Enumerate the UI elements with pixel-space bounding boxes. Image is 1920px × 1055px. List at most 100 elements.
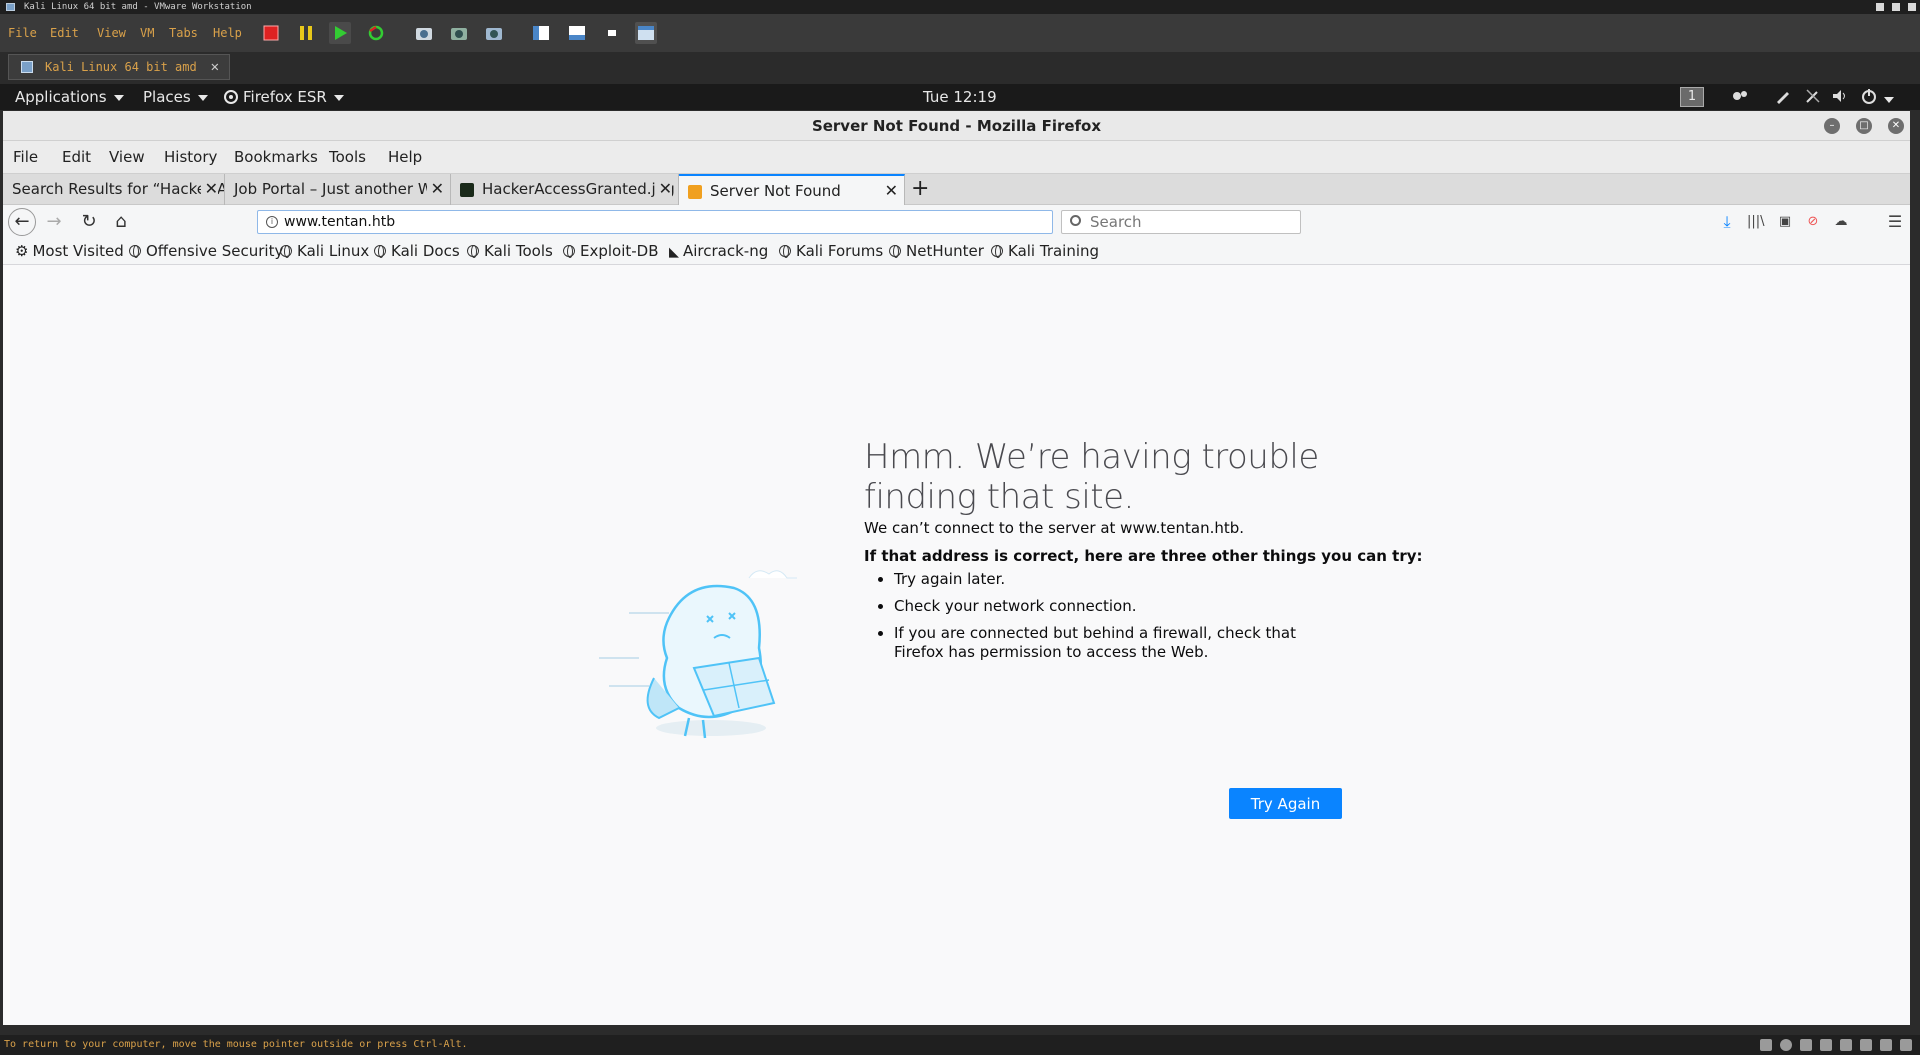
close-tab-icon[interactable]: ✕ [426,174,444,204]
tab-label: HackerAccessGranted.jpg [482,180,675,198]
bookmark-label: Kali Forums [796,242,884,260]
extension-icon[interactable]: ☁ [1833,214,1849,230]
screen-share-icon[interactable] [1731,88,1749,108]
close-icon[interactable]: ✕ [211,55,219,79]
back-button[interactable]: ← [8,208,36,236]
close-tab-icon[interactable]: ✕ [654,174,672,204]
library-view-icon[interactable] [530,22,552,44]
minimize-icon[interactable] [1876,3,1884,11]
places-menu[interactable]: Places [143,88,208,106]
close-icon[interactable] [1908,3,1916,11]
sound-icon[interactable] [1860,1039,1872,1051]
library-icon[interactable]: |||\ [1747,214,1765,230]
reset-button[interactable] [365,22,387,44]
maximize-button[interactable]: □ [1856,118,1872,134]
snapshot-manager-icon[interactable] [483,22,505,44]
close-tab-icon[interactable]: ✕ [200,174,218,204]
maximize-icon[interactable] [1892,3,1900,11]
close-tab-icon[interactable]: ✕ [880,176,898,205]
search-input[interactable]: Search [1061,210,1301,234]
console-view-icon[interactable] [601,22,623,44]
tab-job-portal[interactable]: Job Portal – Just another Wo ✕ [225,174,451,205]
vmware-menu-view[interactable]: View [97,26,126,40]
vmware-tab-kali[interactable]: Kali Linux 64 bit amd ✕ [8,54,230,80]
power-menu[interactable] [1861,88,1894,108]
reload-button[interactable]: ↻ [77,210,101,234]
vmware-menu-help[interactable]: Help [213,26,242,40]
menu-bookmarks[interactable]: Bookmarks [234,148,318,166]
display-icon[interactable] [1900,1039,1912,1051]
places-label: Places [143,88,191,106]
menu-tools[interactable]: Tools [329,148,366,166]
tab-server-not-found[interactable]: Server Not Found ✕ [679,174,905,205]
menu-edit[interactable]: Edit [62,148,91,166]
suggestion-list: Try again later. Check your network conn… [864,570,1344,670]
downloads-icon[interactable]: ⤓ [1719,214,1735,230]
printer-icon[interactable] [1880,1039,1892,1051]
list-item: If you are connected but behind a firewa… [894,624,1344,662]
noscript-icon[interactable]: ⊘ [1805,214,1821,230]
lost-monster-illustration [599,570,797,739]
chevron-down-icon [113,94,124,101]
gear-icon: ⚙ [15,242,29,260]
clock[interactable]: Tue 12:19 [923,88,997,106]
vmware-menu-file[interactable]: File [8,26,37,40]
chevron-down-icon [197,94,208,101]
bookmark-aircrack-ng[interactable]: ◣ Aircrack-ng [669,242,768,260]
menu-view[interactable]: View [109,148,145,166]
bookmark-label: Kali Linux [297,242,370,260]
bookmark-kali-tools[interactable]: Kali Tools [467,242,553,260]
fullscreen-icon[interactable] [635,22,657,44]
hamburger-menu-icon[interactable]: ☰ [1887,214,1903,230]
revert-snapshot-icon[interactable] [448,22,470,44]
suspend-button[interactable] [295,22,317,44]
menu-history[interactable]: History [164,148,217,166]
antenna-icon: ◣ [669,245,679,260]
tab-search-results[interactable]: Search Results for “Hacker A ✕ [3,174,225,205]
menu-file[interactable]: File [13,148,38,166]
firefox-app-menu[interactable]: Firefox ESR [224,88,344,106]
hdd-icon[interactable] [1760,1039,1772,1051]
workspace-indicator[interactable]: 1 [1680,87,1704,107]
vmware-menu-tabs[interactable]: Tabs [169,26,198,40]
power-on-button[interactable] [329,22,351,44]
tab-label: Search Results for “Hacker A [12,180,225,198]
usb-icon[interactable] [1840,1039,1852,1051]
applications-menu[interactable]: Applications [15,88,124,106]
bookmark-kali-forums[interactable]: Kali Forums [779,242,883,260]
list-item: Try again later. [894,570,1344,589]
network-icon[interactable] [1805,88,1821,108]
close-button[interactable]: ✕ [1888,118,1904,134]
bookmark-exploit-db[interactable]: Exploit-DB [563,242,659,260]
globe-icon [129,245,141,258]
bookmark-offensive-security[interactable]: Offensive Security [129,242,283,260]
bookmark-most-visited[interactable]: ⚙ Most Visited [15,242,124,260]
minimize-button[interactable]: – [1824,118,1840,134]
bookmark-nethunter[interactable]: NetHunter [889,242,984,260]
url-text: www.tentan.htb [284,214,396,230]
vmware-menu-vm[interactable]: VM [140,26,154,40]
menu-help[interactable]: Help [388,148,422,166]
sidebar-icon[interactable]: ▣ [1777,214,1793,230]
vmware-menu-edit[interactable]: Edit [50,26,79,40]
bookmark-kali-linux[interactable]: Kali Linux [280,242,369,260]
tab-hacker-image[interactable]: HackerAccessGranted.jpg ✕ [451,174,679,205]
forward-button[interactable]: → [42,210,66,234]
network-adapter-icon[interactable] [1820,1039,1832,1051]
home-button[interactable]: ⌂ [109,210,133,234]
bookmark-kali-training[interactable]: Kali Training [991,242,1099,260]
vmware-statusbar: To return to your computer, move the mou… [0,1035,1920,1055]
power-off-button[interactable] [260,22,282,44]
pen-icon[interactable] [1775,88,1791,108]
vmware-tabstrip: Kali Linux 64 bit amd ✕ [0,52,1920,82]
bookmark-kali-docs[interactable]: Kali Docs [374,242,460,260]
floppy-icon[interactable] [1800,1039,1812,1051]
volume-icon[interactable] [1832,88,1848,108]
info-icon[interactable]: i [266,216,278,228]
url-bar[interactable]: i www.tentan.htb ⌄ ••• ☆ [257,210,1283,234]
new-tab-button[interactable]: + [911,176,929,201]
thumbnail-view-icon[interactable] [566,22,588,44]
try-again-button[interactable]: Try Again [1229,788,1342,819]
cd-icon[interactable] [1780,1039,1792,1051]
snapshot-icon[interactable] [413,22,435,44]
